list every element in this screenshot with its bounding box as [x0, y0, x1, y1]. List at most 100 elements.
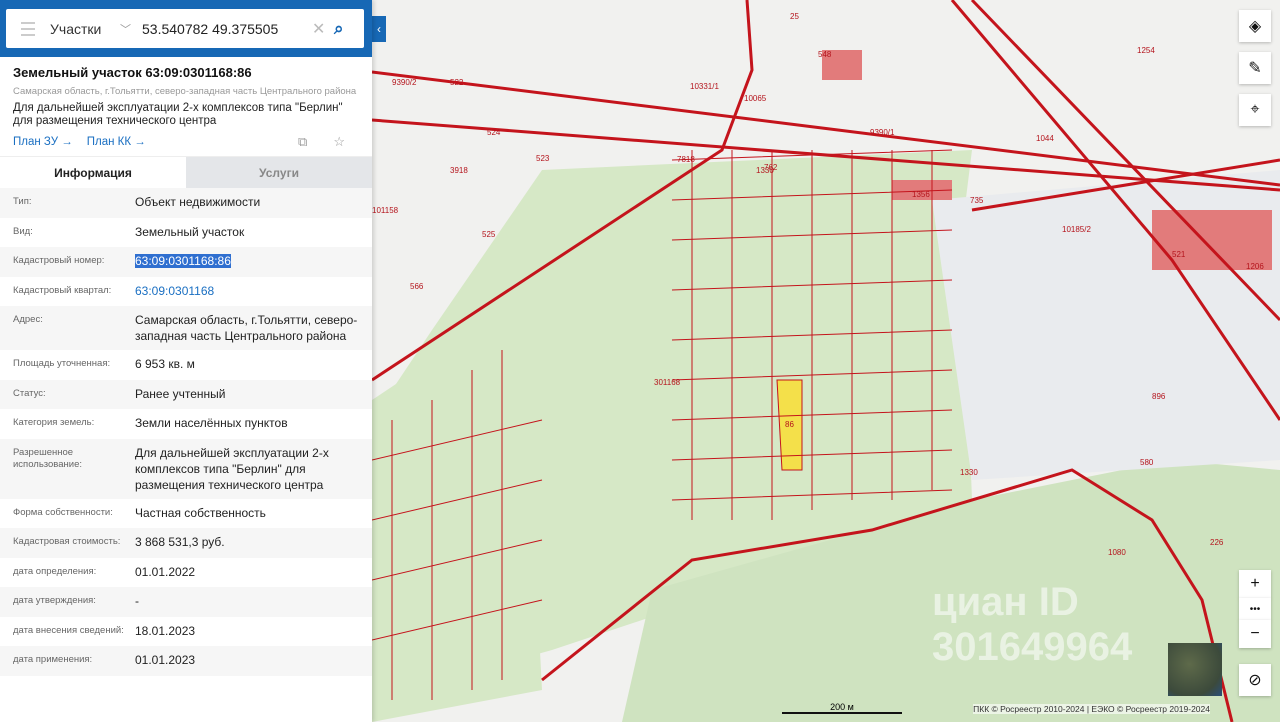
map-parcel-label: 1330: [960, 468, 978, 477]
info-value: 18.01.2023: [135, 623, 196, 638]
info-value: 63:09:0301168:86: [135, 253, 359, 271]
attribution: ПКК © Росреестр 2010-2024 | ЕЭКО © Росре…: [973, 704, 1210, 714]
tabs: Информация Услуги: [0, 156, 372, 188]
map-parcel-label: 10331/1: [690, 82, 719, 91]
map-parcel-label: 523: [536, 154, 550, 163]
info-row: дата утверждения: -: [0, 587, 372, 617]
plan-zu-link[interactable]: План ЗУ →: [13, 136, 73, 148]
info-label: дата определения:: [13, 565, 97, 577]
map-parcel-label: 525: [482, 230, 496, 239]
top-bar: Участки ﹀ 53.540782 49.375505 ✕ ⌕: [0, 0, 372, 57]
compass-icon[interactable]: ⊘: [1239, 664, 1271, 696]
map-parcel-label: 86: [785, 420, 794, 429]
scale-bar: 200 м: [782, 702, 902, 714]
info-row: Площадь уточненная: 6 953 кв. м: [0, 350, 372, 380]
map-parcel-label: 1206: [1246, 262, 1264, 271]
map-parcel-label: 1356: [912, 190, 930, 199]
star-icon[interactable]: ☆: [333, 134, 345, 150]
info-value[interactable]: 63:09:0301168: [135, 283, 359, 301]
info-row: Статус: Ранее учтенный: [0, 379, 372, 409]
info-row: Категория земель: Земли населённых пункто…: [0, 409, 372, 439]
satellite-toggle[interactable]: [1168, 643, 1222, 696]
info-label: Кадастровый квартал:: [13, 284, 112, 296]
map-parcel-label: 226: [1210, 538, 1224, 547]
map-parcel-label: 735: [970, 196, 984, 205]
info-value: Для дальнейшей эксплуатации 2-х комплекс…: [135, 445, 329, 492]
info-label: Статус:: [13, 387, 46, 399]
info-label: дата внесения сведений:: [13, 624, 124, 636]
info-value: 01.01.2023: [135, 653, 196, 667]
chevron-down-icon[interactable]: ﹀: [120, 21, 142, 37]
info-label: Кадастровый номер:: [13, 255, 105, 266]
info-row: дата определения: 01.01.2022: [0, 558, 372, 588]
info-label: Вид:: [13, 225, 33, 237]
map-parcel-label: 3918: [450, 166, 468, 175]
ruler-icon[interactable]: ✎: [1239, 52, 1271, 84]
object-links: План ЗУ → План КК → ⧉ ☆: [13, 134, 359, 150]
object-address: Самарская область, г.Тольятти, северо-за…: [13, 86, 357, 97]
info-label: Форма собственности:: [13, 506, 113, 518]
info-row: Форма собственности: Частная собственност…: [0, 499, 372, 529]
info-row: Разрешенное использование: Для дальнейшей…: [0, 438, 372, 499]
map-parcel-label: 10065: [744, 94, 767, 103]
info-value: -: [135, 594, 139, 608]
info-row: дата внесения сведений: 18.01.2023: [0, 617, 372, 647]
info-panel: Участки ﹀ 53.540782 49.375505 ✕ ⌕ Земель…: [0, 0, 372, 722]
zoom-out-button[interactable]: −: [1239, 620, 1271, 648]
info-label: Кадастровая стоимость:: [13, 536, 121, 547]
search-icon[interactable]: ⌕: [334, 19, 364, 39]
info-row: Кадастровый квартал: 63:09:0301168: [0, 277, 372, 307]
layers-icon[interactable]: ◈: [1239, 10, 1271, 42]
menu-icon[interactable]: [6, 21, 50, 36]
find-on-map-icon[interactable]: ⧉: [298, 134, 307, 150]
map-parcel-label: 9390/1: [870, 128, 895, 137]
plan-kk-link[interactable]: План КК →: [87, 136, 146, 148]
collapse-panel-button[interactable]: ‹: [372, 16, 386, 42]
map-parcel-label: 524: [487, 128, 501, 137]
cadastral-number-selected: 63:09:0301168:86: [135, 254, 231, 268]
info-label: дата утверждения:: [13, 595, 96, 606]
info-label: Площадь уточненная:: [13, 358, 111, 369]
info-value: 01.01.2022: [135, 564, 196, 579]
info-value: 6 953 кв. м: [135, 357, 195, 371]
layer-select[interactable]: Участки: [50, 21, 120, 37]
object-header: Земельный участок 63:09:0301168:86 Самар…: [0, 57, 372, 150]
zoom-in-button[interactable]: +: [1239, 570, 1271, 598]
info-row: Вид: Земельный участок: [0, 218, 372, 248]
map-parcel-label: 1254: [1137, 46, 1155, 55]
info-value: Земельный участок: [135, 224, 245, 239]
info-label: дата применения:: [13, 654, 93, 665]
map-parcel-label: 580: [1140, 458, 1154, 467]
map-parcel-label: 762: [764, 163, 778, 172]
map-parcel-label: 548: [818, 50, 832, 59]
tab-services[interactable]: Услуги: [186, 157, 372, 188]
tab-information[interactable]: Информация: [0, 157, 186, 188]
locate-icon[interactable]: ⌖: [1239, 94, 1271, 126]
map-parcel-label: 1080: [1108, 548, 1126, 557]
map-parcel-label: 301168: [654, 378, 681, 387]
map-parcel-label: 7818: [677, 155, 695, 164]
info-row: Кадастровая стоимость: 3 868 531,3 руб.: [0, 528, 372, 558]
info-value: Самарская область, г.Тольятти, северо-за…: [135, 313, 358, 343]
info-table: Тип: Объект недвижимости Вид: Земельный уча…: [0, 188, 372, 676]
info-label: Адрес:: [13, 314, 43, 325]
map-parcel-label: 101158: [372, 206, 399, 215]
map-parcel-label: 522: [450, 78, 464, 87]
info-value: Частная собственность: [135, 505, 266, 520]
info-row: дата применения: 01.01.2023: [0, 646, 372, 676]
search-input[interactable]: 53.540782 49.375505: [142, 21, 312, 37]
info-label: Тип:: [13, 196, 32, 207]
info-row: Адрес: Самарская область, г.Тольятти, сев…: [0, 306, 372, 350]
map-parcel-label: 9390/2: [392, 78, 417, 87]
clear-icon[interactable]: ✕: [312, 19, 334, 39]
info-row: Кадастровый номер: 63:09:0301168:86: [0, 247, 372, 277]
cadastral-map[interactable]: 25 548 1254 9390/2 522 10331/1 10065 9390/1 1044…: [372, 0, 1280, 722]
info-value: Объект недвижимости: [135, 195, 261, 209]
search-bar: Участки ﹀ 53.540782 49.375505 ✕ ⌕: [6, 9, 364, 48]
info-value: Ранее учтенный: [135, 386, 226, 401]
more-button[interactable]: •••: [1239, 598, 1271, 620]
watermark: циан ID 301649964: [932, 580, 1133, 669]
map-parcel-label: 896: [1152, 392, 1166, 401]
map-parcel-label: 10185/2: [1062, 225, 1091, 234]
object-purpose: Для дальнейшей эксплуатации 2-х комплекс…: [13, 102, 343, 127]
